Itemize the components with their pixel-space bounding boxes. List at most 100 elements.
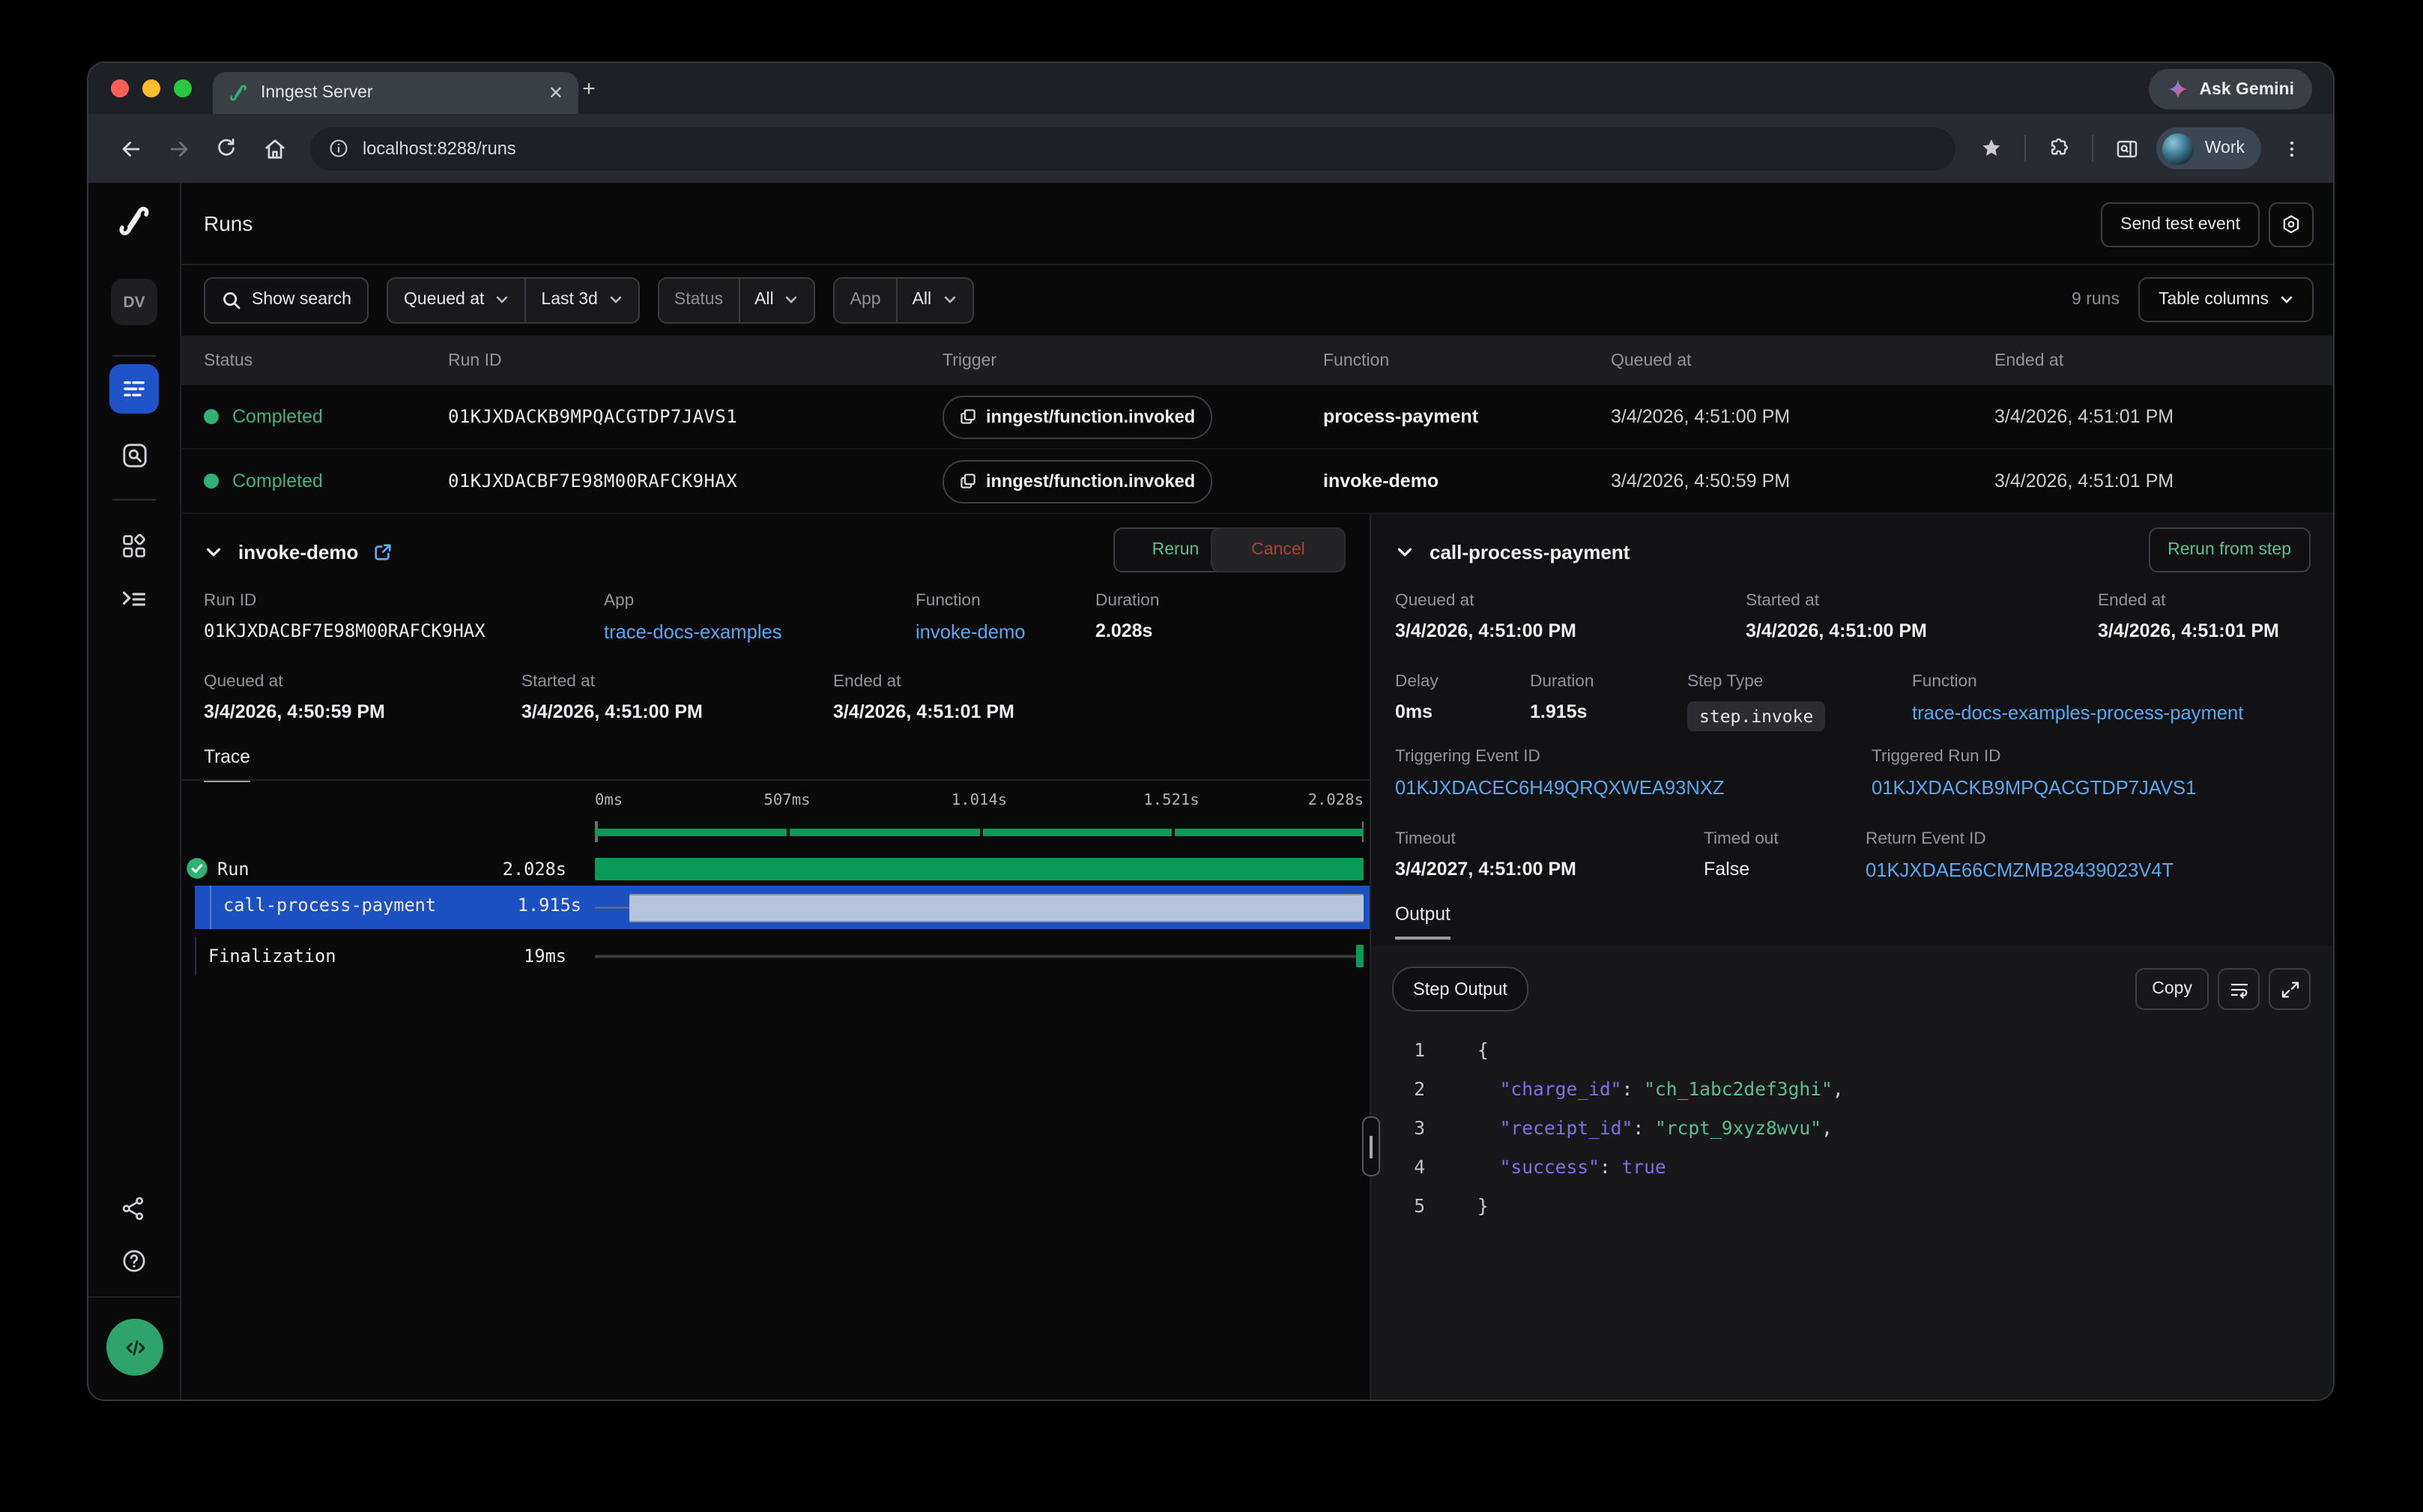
- column-header-function[interactable]: Function: [1323, 351, 1611, 369]
- settings-gear-button[interactable]: [2269, 202, 2314, 247]
- close-window-button[interactable]: [111, 79, 129, 97]
- column-header-run-id[interactable]: Run ID: [448, 351, 943, 369]
- step-details-panel: call-process-payment Rerun from step Que…: [1370, 514, 2333, 1400]
- browser-tab[interactable]: Inngest Server ✕: [213, 72, 578, 114]
- column-header-status[interactable]: Status: [204, 351, 448, 369]
- field-label-queued-at: Queued at: [204, 673, 506, 691]
- rerun-from-step-button[interactable]: Rerun from step: [2148, 527, 2311, 572]
- field-label-run-id: Run ID: [204, 592, 589, 610]
- step-output-code[interactable]: 1{2 "charge_id": "ch_1abc2def3ghi",3 "re…: [1371, 1031, 2333, 1226]
- status-filter-label: Status: [659, 278, 738, 321]
- run-details-panel: invoke-demo Rerun Cancel Run ID01KJXDACB…: [180, 514, 1370, 1400]
- tab-trace[interactable]: Trace: [204, 746, 250, 782]
- browser-profile-button[interactable]: Work: [2157, 127, 2261, 169]
- sidebar-item-share[interactable]: [109, 1184, 159, 1233]
- bookmark-star-icon[interactable]: [1971, 127, 2013, 169]
- trace-span-run[interactable]: Run2.028s: [180, 850, 1370, 889]
- line-number: 2: [1395, 1070, 1425, 1109]
- sidebar-item-functions[interactable]: [109, 574, 159, 623]
- trace-span-step[interactable]: call-process-payment1.915s: [195, 886, 1370, 929]
- extensions-icon[interactable]: [2039, 127, 2081, 169]
- column-header-ended-at[interactable]: Ended at: [1994, 351, 2333, 369]
- step-fields-row-4: Timeout3/4/2027, 4:51:00 PMTimed outFals…: [1395, 830, 2188, 881]
- tab-close-icon[interactable]: ✕: [548, 84, 563, 102]
- inngest-logo: [109, 196, 159, 246]
- run-id[interactable]: 01KJXDACKB9MPQACGTDP7JAVS1: [448, 406, 943, 427]
- dev-mode-code-button[interactable]: [106, 1319, 163, 1376]
- sidebar-divider: [112, 355, 156, 357]
- field-value-started-at: 3/4/2026, 4:51:00 PM: [1746, 620, 2083, 641]
- show-search-button[interactable]: Show search: [204, 276, 369, 323]
- collapse-chevron-icon[interactable]: [1395, 542, 1415, 561]
- field-label-timeout: Timeout: [1395, 830, 1689, 848]
- timeline-minimap[interactable]: [595, 821, 1364, 842]
- trigger-badge[interactable]: inngest/function.invoked: [943, 459, 1212, 503]
- time-field-dropdown[interactable]: Queued at: [389, 278, 524, 321]
- filter-bar: Show search Queued at Last 3d: [180, 264, 2333, 336]
- cancel-button[interactable]: Cancel: [1211, 527, 1346, 572]
- line-number: 4: [1395, 1148, 1425, 1187]
- browser-menu-kebab-icon[interactable]: [2270, 127, 2312, 169]
- event-icon: [959, 408, 977, 426]
- field-value-triggering-event-id[interactable]: 01KJXDACEC6H49QRQXWEA93NXZ: [1395, 776, 1857, 799]
- inngest-favicon: [228, 82, 249, 103]
- timeline-tick-label: 0ms: [595, 791, 623, 809]
- status-dot: [204, 474, 219, 489]
- field-value-function[interactable]: invoke-demo: [916, 620, 1080, 643]
- reload-icon[interactable]: [205, 127, 247, 169]
- table-columns-button[interactable]: Table columns: [2139, 277, 2314, 322]
- sidebar-item-apps[interactable]: [109, 521, 159, 571]
- column-header-queued-at[interactable]: Queued at: [1611, 351, 1994, 369]
- url-bar[interactable]: localhost:8288/runs: [310, 127, 1956, 170]
- column-header-trigger[interactable]: Trigger: [943, 351, 1323, 369]
- expand-button[interactable]: [2269, 968, 2311, 1010]
- field-value-run-id: 01KJXDACBF7E98M00RAFCK9HAX: [204, 620, 589, 641]
- trigger-badge[interactable]: inngest/function.invoked: [943, 395, 1212, 438]
- forward-icon[interactable]: [157, 127, 199, 169]
- new-tab-button[interactable]: +: [574, 73, 604, 103]
- app-sidebar: DV: [88, 183, 181, 1400]
- ask-gemini-button[interactable]: Ask Gemini: [2148, 69, 2312, 109]
- browser-tabstrip: Inngest Server ✕ + Ask Gemini: [88, 63, 2333, 114]
- send-test-event-button[interactable]: Send test event: [2101, 202, 2260, 247]
- field-value-step-type: step.invoke: [1687, 701, 1825, 731]
- back-icon[interactable]: [109, 127, 151, 169]
- run-id[interactable]: 01KJXDACBF7E98M00RAFCK9HAX: [448, 471, 943, 492]
- run-fields-row-1: Run ID01KJXDACBF7E98M00RAFCK9HAXApptrace…: [204, 592, 1174, 643]
- field-value-timeout: 3/4/2027, 4:51:00 PM: [1395, 859, 1689, 880]
- timeline-tick-label: 1.014s: [919, 791, 1039, 809]
- span-duration: 2.028s: [459, 859, 566, 880]
- sidebar-divider: [112, 499, 156, 501]
- side-panel-search-icon[interactable]: [2106, 127, 2148, 169]
- table-row[interactable]: Completed01KJXDACKB9MPQACGTDP7JAVS1innge…: [180, 385, 2333, 450]
- collapse-chevron-icon[interactable]: [204, 542, 223, 561]
- copy-button[interactable]: Copy: [2135, 968, 2209, 1010]
- line-number: 3: [1395, 1109, 1425, 1148]
- app-filter-dropdown[interactable]: All: [898, 278, 972, 321]
- step-output-pill[interactable]: Step Output: [1392, 967, 1528, 1011]
- inngest-dev-server-app: DV: [88, 183, 2333, 1400]
- status-filter-dropdown[interactable]: All: [739, 278, 814, 321]
- home-icon[interactable]: [253, 127, 295, 169]
- maximize-window-button[interactable]: [174, 79, 192, 97]
- app-badge-dv[interactable]: DV: [111, 279, 157, 325]
- external-link-icon[interactable]: [373, 542, 393, 561]
- field-value-function[interactable]: trace-docs-examples-process-payment: [1912, 701, 2243, 724]
- panel-resize-handle[interactable]: [1362, 1116, 1380, 1176]
- run-bar: [595, 858, 1364, 880]
- word-wrap-button[interactable]: [2218, 968, 2260, 1010]
- minimize-window-button[interactable]: [142, 79, 160, 97]
- tab-output[interactable]: Output: [1395, 904, 1451, 940]
- sidebar-item-runs[interactable]: [109, 364, 159, 414]
- sidebar-item-help[interactable]: [109, 1236, 159, 1286]
- trace-span-finalization[interactable]: Finalization19ms: [180, 937, 1370, 976]
- table-row[interactable]: Completed01KJXDACBF7E98M00RAFCK9HAXinnge…: [180, 450, 2333, 514]
- sidebar-item-event-search[interactable]: [109, 430, 159, 480]
- field-value-triggered-run-id[interactable]: 01KJXDACKB9MPQACGTDP7JAVS1: [1872, 776, 2196, 799]
- time-range-dropdown[interactable]: Last 3d: [526, 278, 638, 321]
- toolbar-separator: [2093, 135, 2094, 162]
- field-value-return-event-id[interactable]: 01KJXDAE66CMZMB28439023V4T: [1866, 859, 2174, 881]
- runs-icon: [120, 375, 148, 403]
- field-value-app[interactable]: trace-docs-examples: [604, 620, 901, 643]
- site-info-icon[interactable]: [328, 138, 349, 159]
